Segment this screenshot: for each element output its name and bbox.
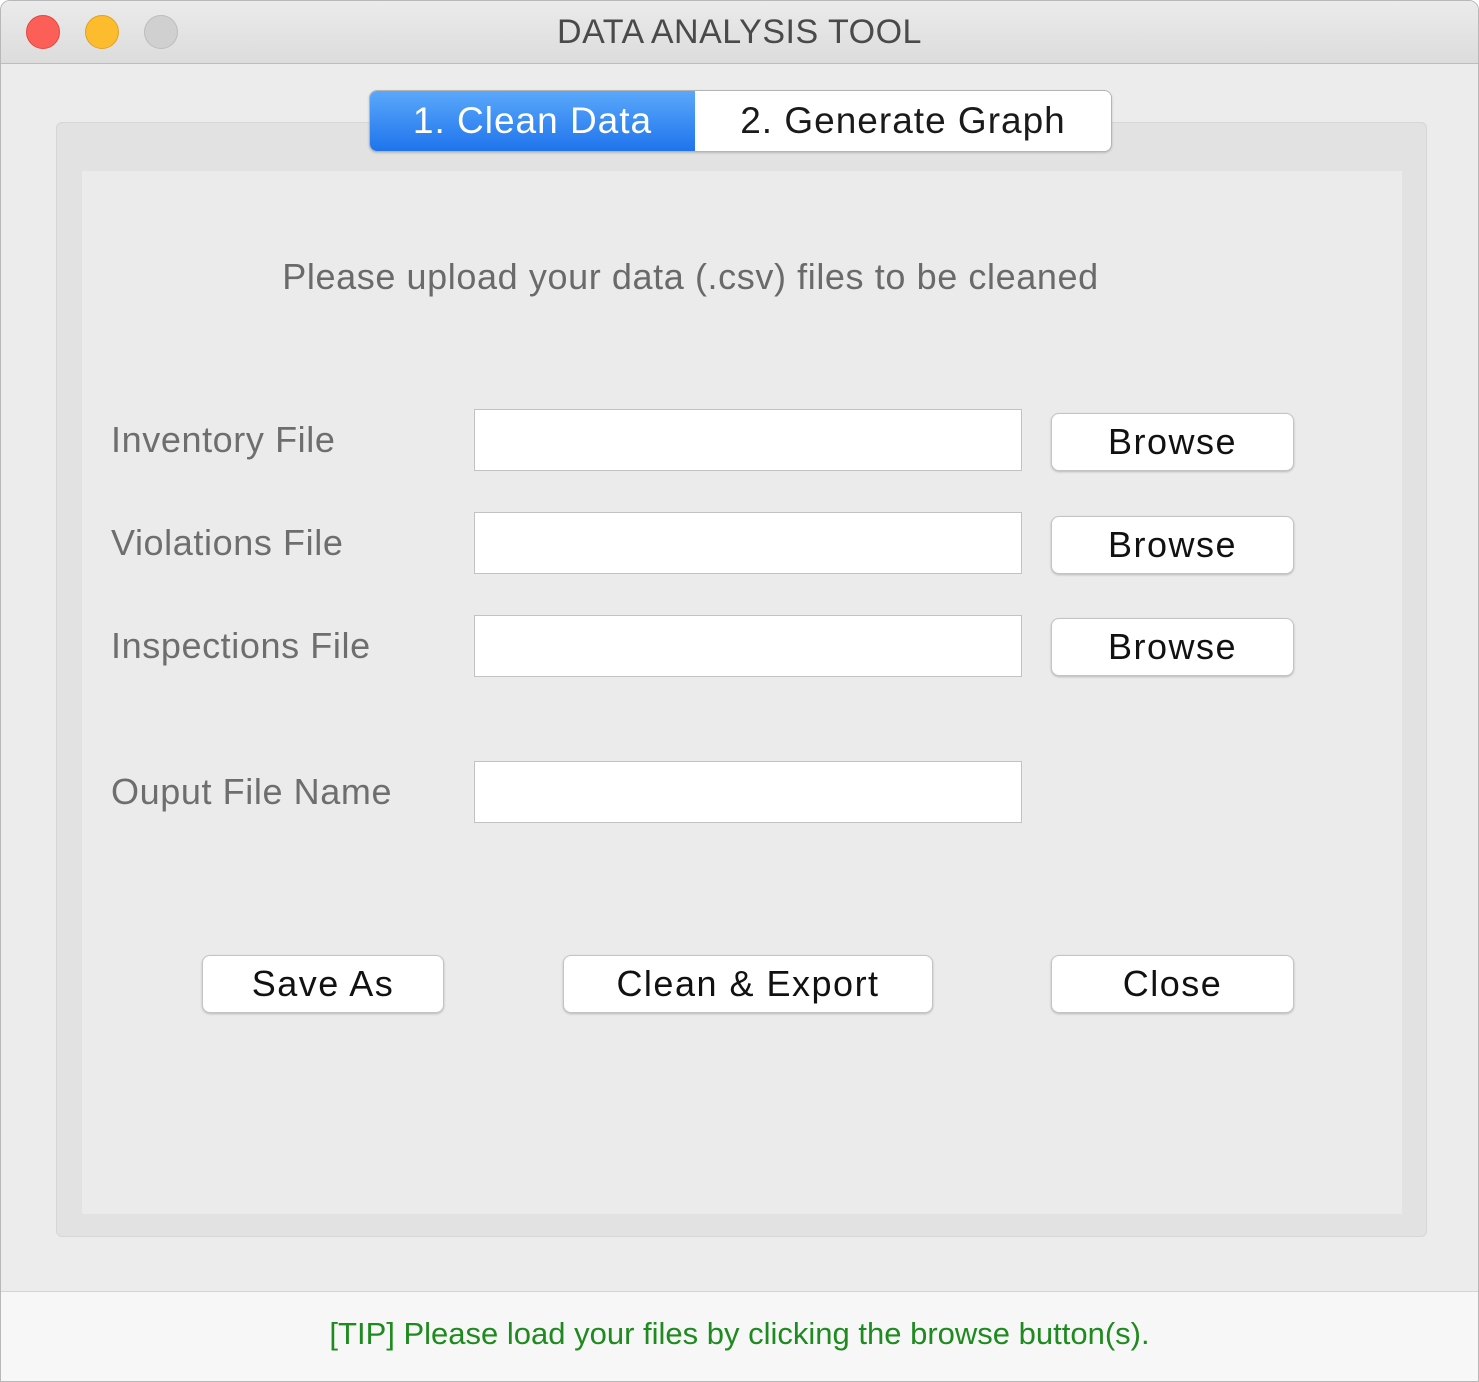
close-button[interactable]: Close: [1051, 955, 1294, 1013]
inspections-file-label: Inspections File: [111, 625, 371, 666]
app-window: DATA ANALYSIS TOOL 1. Clean Data 2. Gene…: [0, 0, 1479, 1382]
inventory-browse-button[interactable]: Browse: [1051, 413, 1294, 471]
clean-export-button[interactable]: Clean & Export: [563, 955, 933, 1013]
tip-text: [TIP] Please load your files by clicking…: [329, 1316, 1150, 1351]
output-file-label: Ouput File Name: [111, 771, 393, 812]
inventory-file-input[interactable]: [474, 409, 1022, 471]
violations-file-label: Violations File: [111, 522, 344, 563]
violations-browse-button[interactable]: Browse: [1051, 516, 1294, 574]
save-as-button[interactable]: Save As: [202, 955, 444, 1013]
inspections-browse-button[interactable]: Browse: [1051, 618, 1294, 676]
instruction-text: Please upload your data (.csv) files to …: [1, 256, 1478, 298]
tab-panel-content: [82, 171, 1402, 1214]
tab-clean-data[interactable]: 1. Clean Data: [370, 91, 695, 151]
output-file-input[interactable]: [474, 761, 1022, 823]
title-bar[interactable]: DATA ANALYSIS TOOL: [1, 1, 1478, 64]
inspections-file-input[interactable]: [474, 615, 1022, 677]
tab-generate-graph[interactable]: 2. Generate Graph: [695, 91, 1111, 151]
window-title: DATA ANALYSIS TOOL: [557, 13, 922, 51]
violations-file-input[interactable]: [474, 512, 1022, 574]
tab-bar: 1. Clean Data 2. Generate Graph: [369, 90, 1112, 152]
inventory-file-label: Inventory File: [111, 419, 336, 460]
instruction-label: Please upload your data (.csv) files to …: [282, 256, 1099, 297]
